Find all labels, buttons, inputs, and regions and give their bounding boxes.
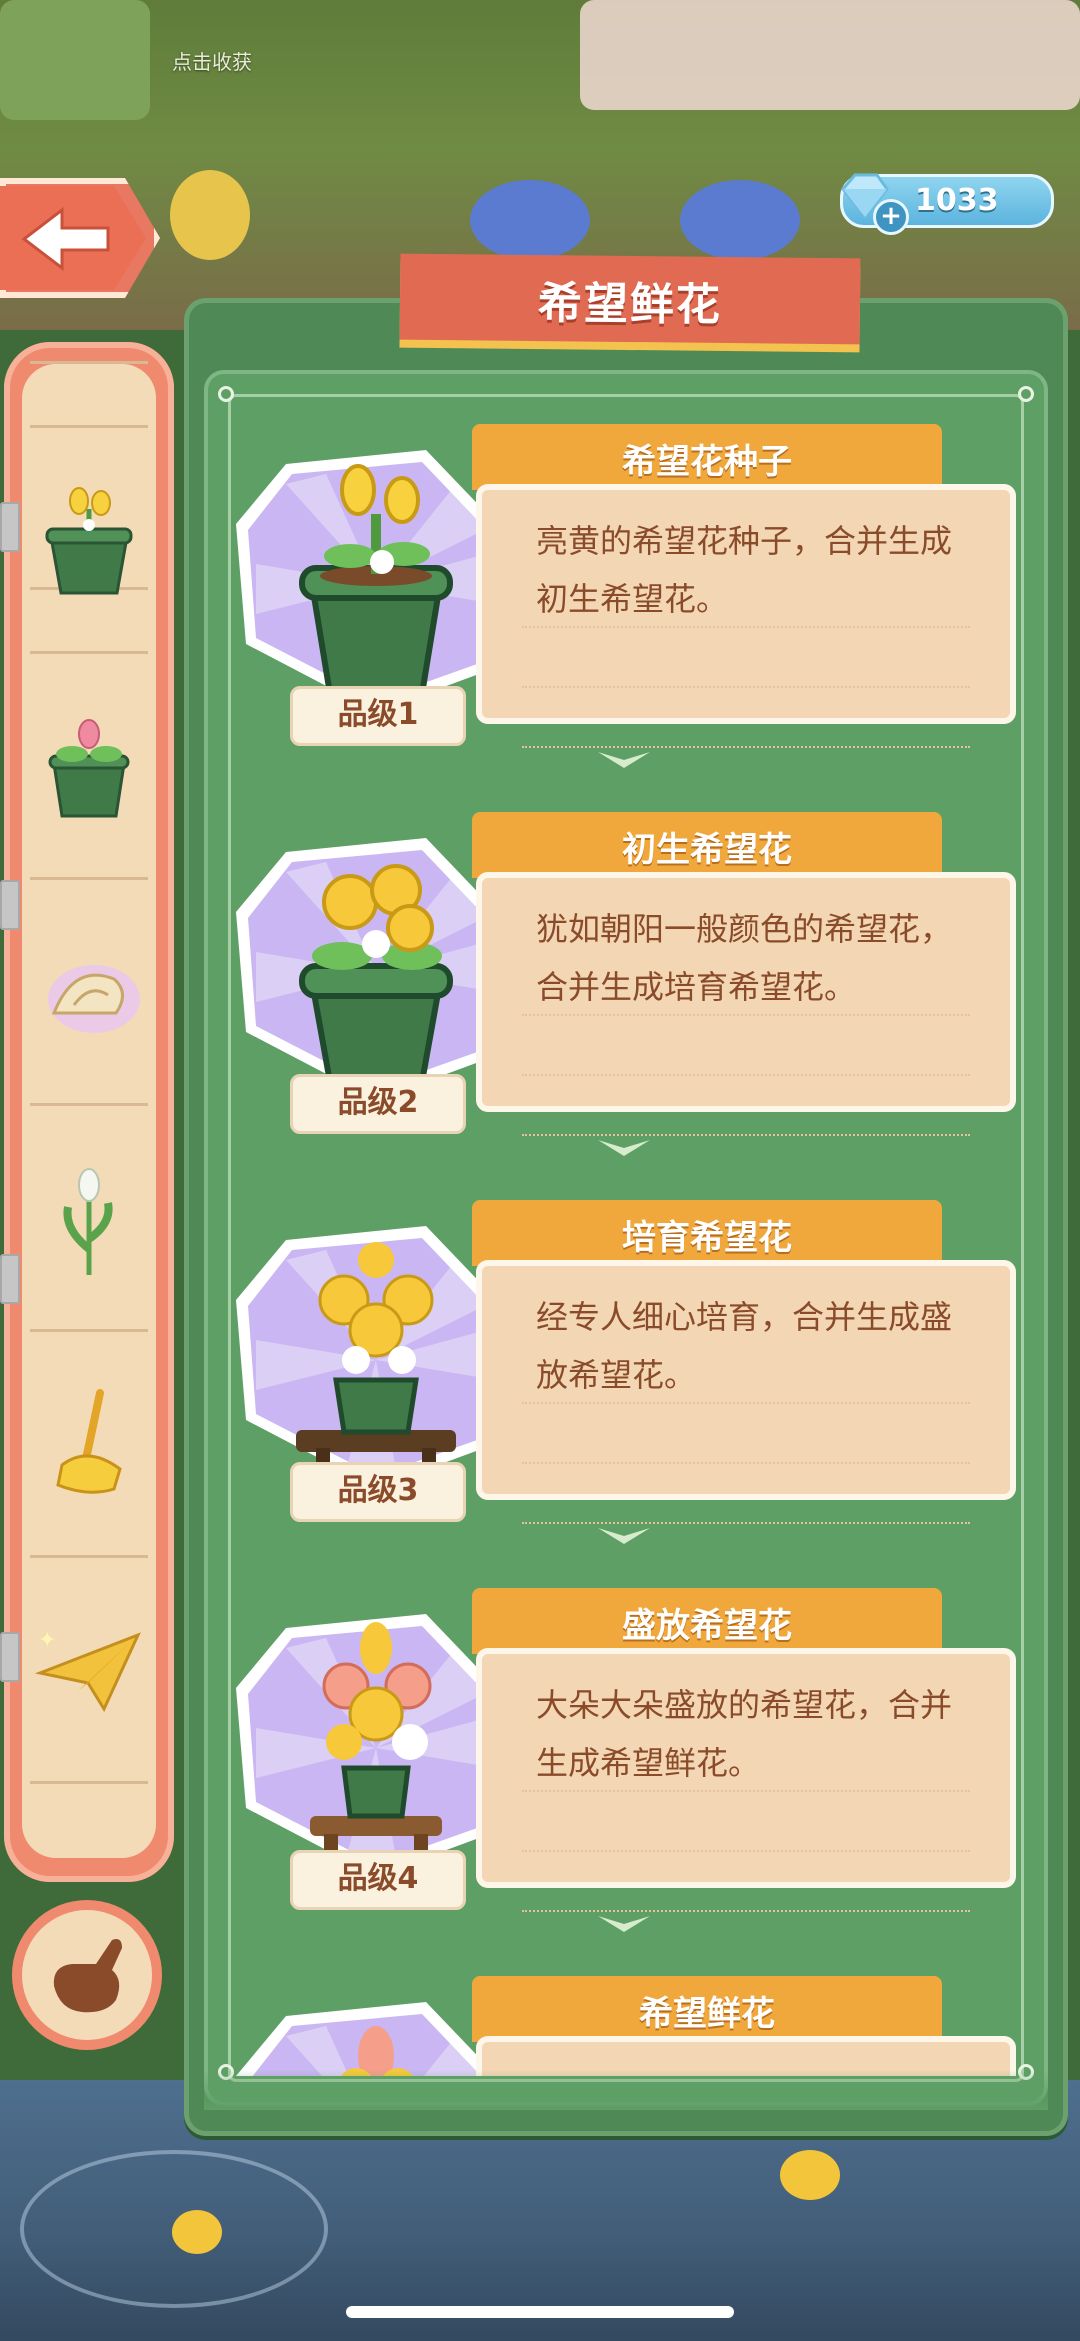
home-indicator[interactable] xyxy=(346,2306,734,2318)
golden-broom-icon xyxy=(56,1389,122,1494)
corner-rivet xyxy=(1018,386,1034,402)
duck-decor xyxy=(172,2210,222,2254)
blue-flower-bush xyxy=(470,180,590,260)
seashell-icon xyxy=(48,965,140,1033)
item-grade-label: 品级2 xyxy=(290,1074,466,1134)
harvest-hint: 点击收获 xyxy=(172,50,252,74)
chevron-down-icon xyxy=(594,748,654,772)
corner-rivet xyxy=(218,386,234,402)
title-banner: 希望鲜花 xyxy=(399,253,861,345)
yellow-flower-pot-icon xyxy=(45,487,133,595)
arrow-left-icon xyxy=(21,206,110,272)
sidebar-item-pink-bud-pot[interactable] xyxy=(22,654,156,880)
item-card[interactable]: 初生希望花犹如朝阳一般颜色的希望花，合并生成培育希望花。品级2 xyxy=(226,812,1016,1136)
item-name: 培育希望花 xyxy=(622,1218,792,1258)
sidebar-scroll-tab xyxy=(0,502,20,552)
item-description-box: 经专人细心培育，合并生成盛放希望花。 xyxy=(476,1260,1016,1524)
pink-bud-pot-icon xyxy=(48,719,130,818)
item-card[interactable]: 希望鲜花 xyxy=(226,1976,1016,2076)
item-name: 希望鲜花 xyxy=(639,1994,775,2034)
sidebar-item-top-slot[interactable] xyxy=(22,364,156,428)
svg-text:✦: ✦ xyxy=(38,1628,56,1653)
plus-icon[interactable]: + xyxy=(873,199,909,235)
item-card[interactable]: 希望花种子亮黄的希望花种子，合并生成初生希望花。品级1 xyxy=(226,424,1016,748)
item-grade-label: 品级3 xyxy=(290,1462,466,1522)
chevron-down-icon xyxy=(594,1912,654,1936)
blue-flower-bush xyxy=(680,180,800,260)
sidebar-item-seashell[interactable] xyxy=(22,880,156,1106)
sidebar-item-yellow-flower-pot[interactable] xyxy=(22,428,156,654)
panel-title: 希望鲜花 xyxy=(537,278,723,331)
lily-sprout-icon xyxy=(63,1168,113,1275)
gem-counter[interactable]: + 1033 xyxy=(840,173,1054,235)
sidebar-item-paper-plane[interactable]: ✦ xyxy=(22,1558,156,1784)
item-description: 亮黄的希望花种子，合并生成初生希望花。 xyxy=(536,522,953,618)
item-card[interactable]: 盛放希望花大朵大朵盛放的希望花，合并生成希望鲜花。品级4 xyxy=(226,1588,1016,1912)
hand-pointer-button[interactable] xyxy=(12,1900,162,2050)
sidebar-scroll-tab xyxy=(0,1254,20,1304)
sidebar-item-golden-broom[interactable] xyxy=(22,1332,156,1558)
item-grade-label: 品级4 xyxy=(290,1850,466,1910)
blossom-decor xyxy=(580,0,1080,110)
item-name: 初生希望花 xyxy=(622,830,792,870)
paper-plane-icon: ✦ xyxy=(34,1628,141,1713)
chevron-down-icon xyxy=(594,1136,654,1160)
sidebar-item-lily-sprout[interactable] xyxy=(22,1106,156,1332)
item-description: 犹如朝阳一般颜色的希望花，合并生成培育希望花。 xyxy=(536,910,953,1006)
item-description-box: 大朵大朵盛放的希望花，合并生成希望鲜花。 xyxy=(476,1648,1016,1912)
sidebar-scroll-tab xyxy=(0,1632,20,1682)
item-grade-label: 品级1 xyxy=(290,686,466,746)
panel-bottom-edge xyxy=(204,2070,1048,2110)
item-description: 大朵大朵盛放的希望花，合并生成希望鲜花。 xyxy=(536,1686,953,1782)
item-name: 希望花种子 xyxy=(622,442,792,482)
item-card[interactable]: 培育希望花经专人细心培育，合并生成盛放希望花。品级3 xyxy=(226,1200,1016,1524)
gem-amount: 1033 xyxy=(915,183,999,218)
character-figure xyxy=(170,170,250,260)
duck-decor xyxy=(780,2150,840,2200)
item-description-box: 亮黄的希望花种子，合并生成初生希望花。 xyxy=(476,484,1016,748)
item-name: 盛放希望花 xyxy=(622,1606,792,1646)
item-description-box: 犹如朝阳一般颜色的希望花，合并生成培育希望花。 xyxy=(476,872,1016,1136)
sidebar-items: ✦ xyxy=(22,364,156,1858)
bamboo-decor xyxy=(0,0,150,120)
item-description: 经专人细心培育，合并生成盛放希望花。 xyxy=(536,1298,953,1394)
chevron-down-icon xyxy=(594,1524,654,1548)
sidebar-scroll-tab xyxy=(0,880,20,930)
pointing-hand-icon xyxy=(53,1939,122,2013)
